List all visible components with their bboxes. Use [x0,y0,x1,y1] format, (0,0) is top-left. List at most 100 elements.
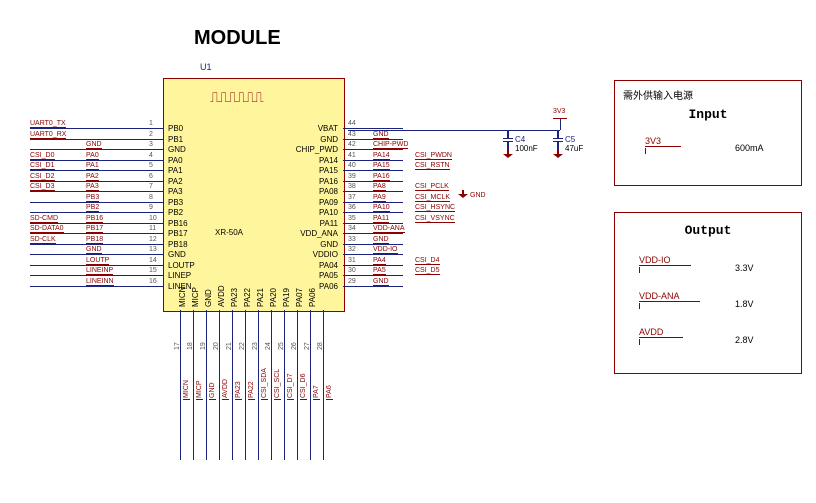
net-label: PA7 [313,385,320,400]
pin-number: 6 [149,173,153,180]
net-label: CSI_D4 [415,257,440,265]
pin-name: PA14 [319,156,338,165]
wire [297,310,298,460]
pin-name: PA15 [319,166,338,175]
wire [343,149,403,150]
net-label: CSI_MCLK [415,194,450,202]
wire [30,128,163,129]
rail-3v3-tick [553,118,567,119]
net-label: PA6 [326,385,333,400]
net-label: PA0 [86,152,99,160]
net-label: CSI_D3 [30,183,55,191]
wire [232,310,233,460]
pin-name: PB18 [168,240,188,249]
net-label: UART0_TX [30,120,66,128]
net-label: CSI_D7 [287,373,294,400]
wire [343,202,403,203]
pin-name: PA16 [319,177,338,186]
pin-name: PA3 [168,187,183,196]
wire [343,160,403,161]
output-title: Output [615,223,801,238]
output-box: Output VDD-IO3.3VVDD-ANA1.8VAVDD2.8V [614,212,802,374]
wire [30,149,163,150]
pin-number: 12 [149,236,157,243]
pin-name: PA20 [269,288,278,307]
net-label: CSI_SDA [261,368,268,400]
wire [343,191,403,192]
pin-number: 9 [149,204,153,211]
pin-number: 29 [348,278,356,285]
gnd-label: GND [470,192,486,199]
pin-number: 32 [348,246,356,253]
net-label: PA3 [86,183,99,191]
net-label: CSI_VSYNC [415,215,455,223]
net-label: GND [373,278,389,286]
pin-name: GND [168,145,186,154]
net-label: PA2 [86,173,99,181]
wire [30,191,163,192]
pin-name: GND [168,250,186,259]
wire [180,310,181,460]
net-label: CSI_D2 [30,173,55,181]
output-val: 2.8V [735,335,754,345]
wire [271,310,272,460]
pin-name: PB16 [168,219,188,228]
cap-ref: C4 [515,135,525,144]
pin-number: 1 [149,120,153,127]
net-label: CSI_D6 [300,373,307,400]
pin-name: CHIP_PWD [296,145,338,154]
wire [206,310,207,460]
pin-name: PA19 [282,288,291,307]
wire [343,275,403,276]
pin-number: 8 [149,194,153,201]
cap-val: 47uF [565,144,583,153]
cap-c5 [553,130,563,150]
wire [30,223,163,224]
net-label: CSI_D1 [30,162,55,170]
wire [343,254,403,255]
pin-number: 3 [149,141,153,148]
pin-name: PB1 [168,135,183,144]
net-label: PB17 [86,225,103,233]
pin-name: PA05 [319,271,338,280]
pin-name: PA09 [319,198,338,207]
net-label: CSI_PWDN [415,152,452,160]
wire [30,181,163,182]
wire [343,128,403,129]
pin-name: PA06 [319,282,338,291]
net-label: PB2 [86,204,99,212]
wire [343,139,403,140]
gnd-icon [503,150,513,158]
input-box: 需外供输入电源 Input 3V3 600mA [614,80,802,186]
net-label: MICN [183,380,190,400]
pin-number: 35 [348,215,356,222]
cap-val: 100nF [515,144,538,153]
pin-number: 40 [348,162,356,169]
net-label: PA15 [373,162,390,170]
net-label: GND [373,131,389,139]
wire [30,286,163,287]
net-label: UART0_RX [30,131,66,139]
wire [30,212,163,213]
wire [219,310,220,460]
net-label: PA11 [373,215,389,223]
pin-name: PA0 [168,156,183,165]
pin-number: 16 [149,278,157,285]
net-label: GND [86,141,102,149]
net-label: CSI_PCLK [415,183,449,191]
net-label: LOUTP [86,257,109,265]
gnd-icon [553,150,563,158]
pin-name: PA10 [319,208,338,217]
pin-name: PA22 [243,288,252,307]
pin-number: 37 [348,194,356,201]
net-label: PB3 [86,194,99,202]
net-label: CSI_RSTN [415,162,450,170]
net-label: CSI_SCL [274,369,281,400]
input-header: 需外供输入电源 [623,87,693,102]
output-net: AVDD [639,327,683,338]
wire [343,170,403,171]
net-label: VDD-ANA [373,225,405,233]
net-label: PA4 [373,257,386,265]
wire [30,139,163,140]
cap-ref: C5 [565,135,575,144]
